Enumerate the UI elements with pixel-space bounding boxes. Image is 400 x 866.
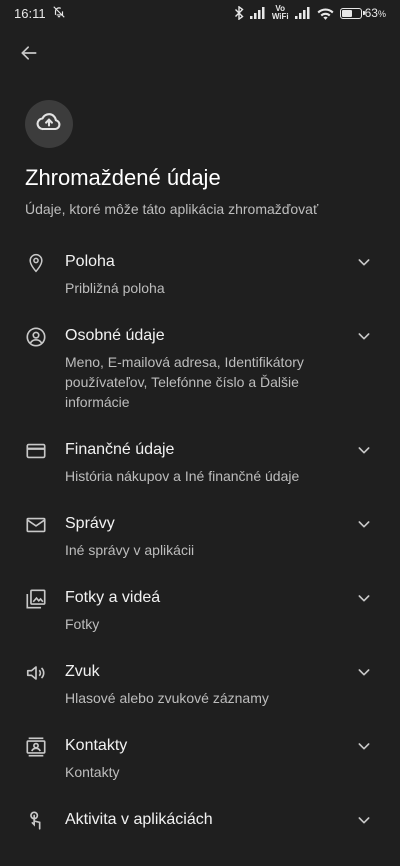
item-desc: Kontakty (65, 764, 120, 780)
status-right: Vo WiFi 63% (234, 5, 386, 21)
item-financial-data[interactable]: Finančné údaje História nákupov a Iné fi… (0, 428, 400, 502)
chevron-down-icon (356, 516, 372, 532)
item-title: Finančné údaje (65, 441, 175, 458)
item-title: Zvuk (65, 663, 100, 680)
cloud-upload-icon (35, 108, 63, 141)
battery-fill (341, 9, 353, 17)
item-title: Kontakty (65, 737, 128, 754)
item-desc: Približná poloha (65, 280, 165, 296)
credit-card-icon (25, 440, 47, 462)
signal-icon-2 (294, 7, 311, 19)
page-title: Zhromaždené údaje (25, 165, 221, 190)
vowifi-indicator: Vo WiFi (272, 5, 289, 21)
clock: 16:11 (14, 5, 46, 21)
speaker-icon (25, 662, 47, 684)
status-left: 16:11 (14, 5, 66, 22)
location-pin-icon (25, 252, 47, 274)
chevron-down-icon (356, 738, 372, 754)
item-title: Aktivita v aplikáciách (65, 811, 213, 828)
vowifi-bottom: WiFi (271, 12, 289, 21)
item-title: Osobné údaje (65, 327, 165, 344)
item-location[interactable]: Poloha Približná poloha (0, 240, 400, 314)
battery-percent-symbol: % (377, 9, 386, 19)
item-contacts[interactable]: Kontakty Kontakty (0, 724, 400, 798)
item-title: Fotky a videá (65, 589, 161, 606)
data-category-list: Poloha Približná poloha Osobné údaje Men… (0, 240, 400, 852)
cloud-upload-badge (25, 100, 73, 148)
arrow-back-icon (19, 43, 39, 68)
contacts-icon (25, 736, 47, 758)
mail-icon (25, 514, 47, 536)
chevron-down-icon (356, 590, 372, 606)
account-circle-icon (25, 326, 47, 348)
item-desc: Fotky (65, 616, 100, 632)
item-messages[interactable]: Správy Iné správy v aplikácii (0, 502, 400, 576)
status-bar: 16:11 Vo WiFi 63% (0, 0, 400, 26)
photo-library-icon (25, 588, 47, 610)
chevron-down-icon (356, 664, 372, 680)
item-audio[interactable]: Zvuk Hlasové alebo zvukové záznamy (0, 650, 400, 724)
item-title: Správy (65, 515, 115, 532)
bell-off-icon (52, 5, 66, 22)
battery-icon (339, 7, 365, 19)
touch-app-icon (25, 810, 47, 832)
signal-icon (249, 7, 266, 19)
item-title: Poloha (65, 253, 115, 270)
battery-percent-value: 63 (364, 6, 378, 20)
item-app-activity[interactable]: Aktivita v aplikáciách (0, 798, 400, 852)
bluetooth-icon (234, 6, 244, 20)
item-desc: Iné správy v aplikácii (65, 542, 195, 558)
chevron-down-icon (356, 442, 372, 458)
back-button[interactable] (14, 40, 44, 70)
item-desc: Meno, E-mailová adresa, Identifikátory p… (65, 354, 304, 410)
chevron-down-icon (356, 254, 372, 270)
page-subtitle: Údaje, ktoré môže táto aplikácia zhromaž… (25, 201, 319, 217)
chevron-down-icon (356, 328, 372, 344)
chevron-down-icon (356, 812, 372, 828)
battery-percent: 63% (365, 6, 386, 20)
item-desc: História nákupov a Iné finančné údaje (65, 468, 300, 484)
item-desc: Hlasové alebo zvukové záznamy (65, 690, 269, 706)
item-photos-videos[interactable]: Fotky a videá Fotky (0, 576, 400, 650)
item-personal-data[interactable]: Osobné údaje Meno, E-mailová adresa, Ide… (0, 314, 400, 428)
battery-indicator: 63% (339, 6, 386, 20)
wifi-icon (317, 7, 334, 20)
